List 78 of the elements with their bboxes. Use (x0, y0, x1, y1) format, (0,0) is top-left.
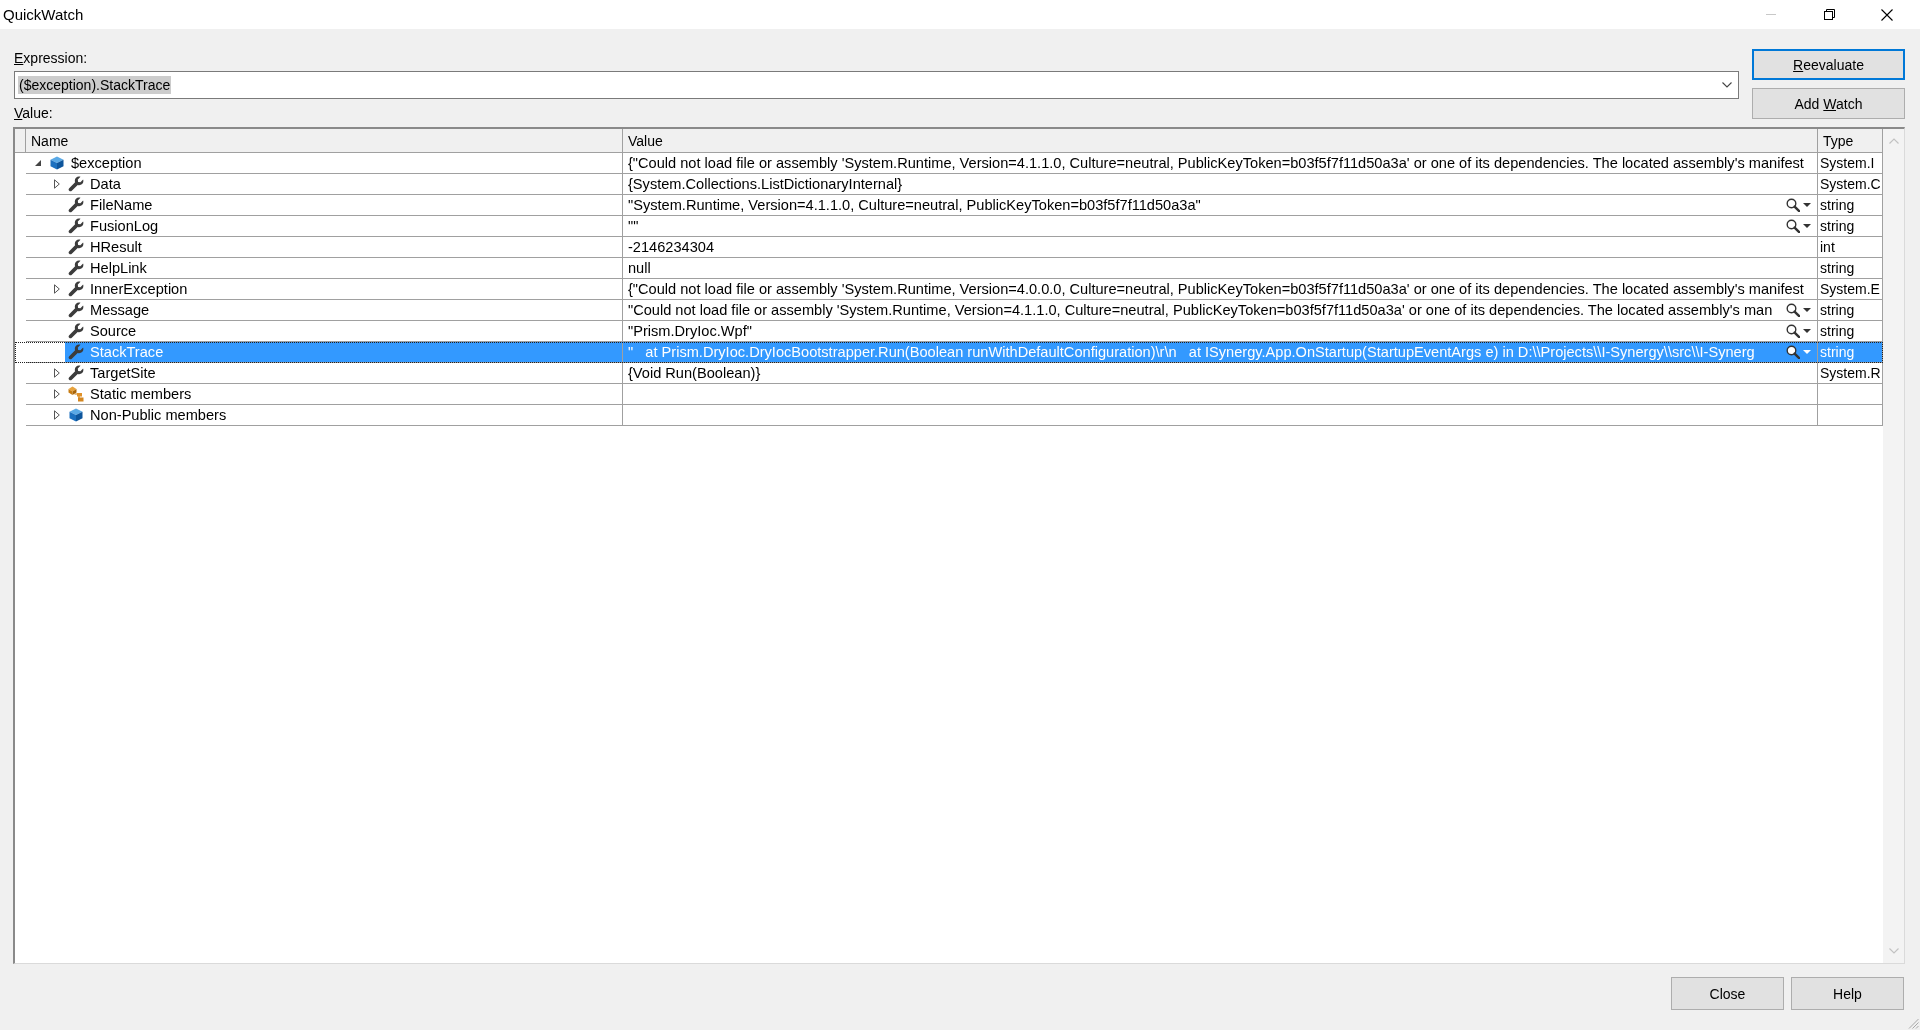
cube-icon (69, 408, 83, 422)
resize-grip-icon[interactable] (1907, 1017, 1919, 1029)
property-name[interactable]: Message (90, 301, 150, 319)
close-icon[interactable] (1881, 8, 1893, 21)
property-type: string (1820, 301, 1855, 319)
magnifier-icon[interactable] (1786, 198, 1800, 212)
property-name[interactable]: Static members (90, 385, 192, 403)
wrench-icon (68, 239, 84, 255)
wrench-icon (68, 218, 84, 234)
property-value: "Prism.DryIoc.Wpf" (628, 322, 752, 340)
property-type: string (1820, 217, 1855, 235)
collapsed-triangle-icon[interactable] (54, 284, 60, 294)
property-type: System.C (1820, 175, 1881, 193)
wrench-icon (68, 365, 84, 381)
expression-field[interactable]: ($exception).StackTrace (14, 71, 1739, 99)
dialog-button[interactable]: Help (1791, 977, 1904, 1010)
caret-icon[interactable] (1803, 203, 1811, 207)
column-header[interactable]: Value (623, 129, 1818, 153)
property-value: "System.Runtime, Version=4.1.1.0, Culture=neutral, PublicKeyToken=b03f5f7f11d50a3a" (628, 196, 1201, 214)
property-value: -2146234304 (628, 238, 715, 256)
chevron-down-icon[interactable] (1722, 82, 1732, 88)
magnifier-icon[interactable] (1786, 303, 1800, 317)
property-value: " at Prism.DryIoc.DryIocBootstrapper.Run(Boolean runWithDefaultConfiguration)\r\n at ISynergy.App.OnStartup(StartupEventArgs e) in D:\\Projects\\I-Synergy\\src\\I-Synerg (628, 343, 1755, 361)
property-value: null (628, 259, 651, 277)
wrench-icon (68, 197, 84, 213)
column-header[interactable]: Name (26, 129, 623, 153)
cube-icon (50, 156, 64, 170)
wrench-icon (68, 323, 84, 339)
magnifier-icon[interactable] (1786, 324, 1800, 338)
property-name[interactable]: Data (90, 175, 121, 193)
property-type: System.E (1820, 280, 1880, 298)
property-type: string (1820, 322, 1855, 340)
dialog-button[interactable]: Reevaluate (1752, 49, 1905, 80)
magnifier-icon[interactable] (1786, 345, 1800, 359)
property-name[interactable]: FusionLog (90, 217, 159, 235)
wrench-icon (68, 344, 84, 360)
property-type: int (1820, 238, 1835, 256)
collapsed-triangle-icon[interactable] (54, 410, 60, 420)
property-type: string (1820, 196, 1855, 214)
property-value: {"Could not load file or assembly 'System.Runtime, Version=4.0.0.0, Culture=neutral, PublicKeyToken=b03f5f7f11d50a3a' or one of its dependencies. The located assembly's manifest (628, 280, 1804, 298)
wrench-icon (68, 176, 84, 192)
header-corner (15, 129, 26, 153)
magnifier-icon[interactable] (1786, 219, 1800, 233)
value-label: Value: (14, 104, 53, 122)
property-name[interactable]: FileName (90, 196, 153, 214)
property-name[interactable]: $exception (71, 154, 142, 172)
shapes-icon (68, 386, 84, 402)
property-name[interactable]: InnerException (90, 280, 188, 298)
property-value: "" (628, 217, 639, 235)
property-name[interactable]: HResult (90, 238, 142, 256)
caret-icon[interactable] (1803, 329, 1811, 333)
dialog-button[interactable]: Add Watch (1752, 88, 1905, 119)
collapsed-triangle-icon[interactable] (54, 368, 60, 378)
property-name[interactable]: Source (90, 322, 137, 340)
property-value: {System.Collections.ListDictionaryInternal} (628, 175, 903, 193)
property-value: {Void Run(Boolean)} (628, 364, 761, 382)
property-name[interactable]: Non-Public members (90, 406, 227, 424)
restore-icon[interactable] (1823, 9, 1835, 20)
property-type: System.R (1820, 364, 1881, 382)
property-type: string (1820, 343, 1855, 361)
property-name[interactable]: TargetSite (90, 364, 156, 382)
wrench-icon (68, 302, 84, 318)
property-type: string (1820, 259, 1855, 277)
property-value: {"Could not load file or assembly 'System.Runtime, Version=4.1.1.0, Culture=neutral, PublicKeyToken=b03f5f7f11d50a3a' or one of its dependencies. The located assembly's manifest (628, 154, 1804, 172)
wrench-icon (68, 260, 84, 276)
property-value: "Could not load file or assembly 'System.Runtime, Version=4.1.1.0, Culture=neutral, PublicKeyToken=b03f5f7f11d50a3a' or one of its dependencies. The located assembly's man (628, 301, 1773, 319)
expression-label: Expression: (14, 49, 88, 67)
wrench-icon (68, 281, 84, 297)
expanded-triangle-icon[interactable] (35, 160, 41, 166)
property-name[interactable]: HelpLink (90, 259, 147, 277)
collapsed-triangle-icon[interactable] (54, 179, 60, 189)
window-title: QuickWatch (3, 6, 84, 23)
collapsed-triangle-icon[interactable] (54, 389, 60, 399)
dialog-button[interactable]: Close (1671, 977, 1784, 1010)
property-type: System.I (1820, 154, 1875, 172)
expression-text: ($exception).StackTrace (18, 76, 172, 94)
caret-icon[interactable] (1803, 308, 1811, 312)
caret-icon[interactable] (1803, 224, 1811, 228)
